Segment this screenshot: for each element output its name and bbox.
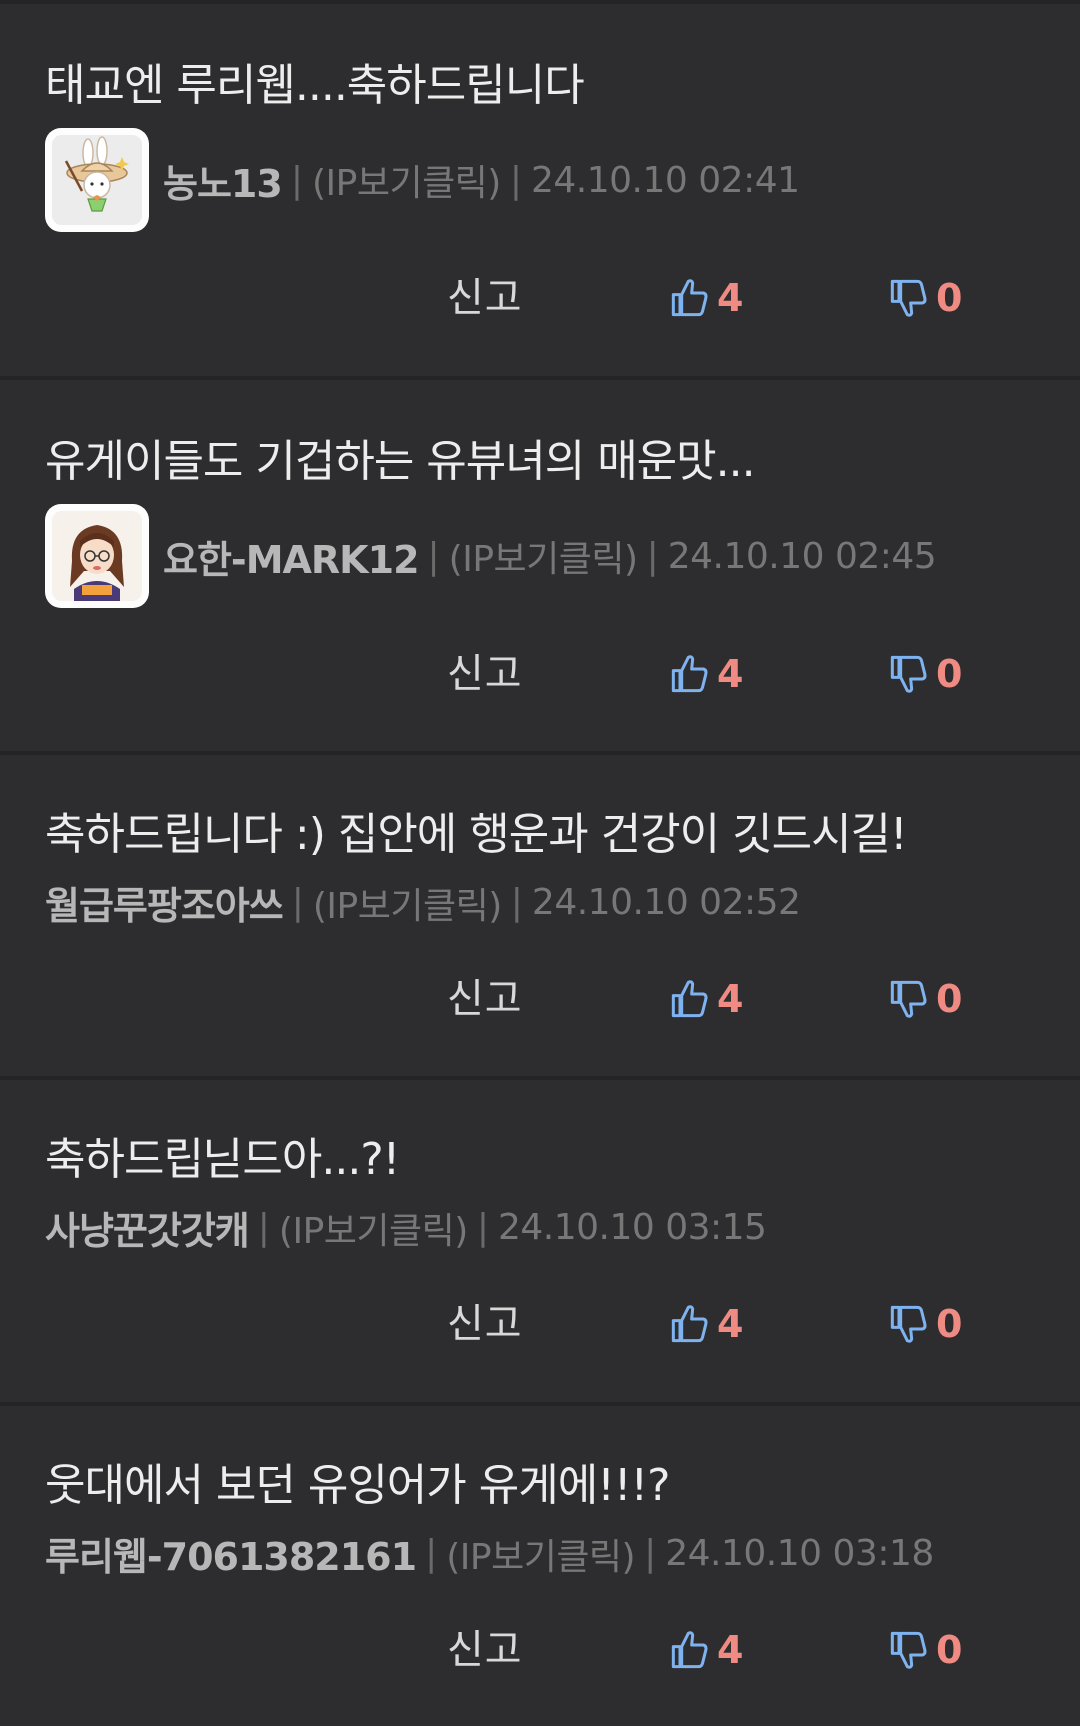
comment-actions: 신고 4 0 — [0, 971, 1080, 1027]
downvote-count: 0 — [936, 1302, 963, 1346]
nickname[interactable]: 사냥꾼갓갓캐 — [45, 1200, 250, 1255]
separator: | — [290, 159, 303, 201]
comment-text: 축하드립닏드아...?! — [45, 1134, 400, 1185]
upvote-button[interactable]: 4 — [670, 971, 743, 1027]
comment-text: 축하드립니다 :) 집안에 행운과 건강이 깃드시길! — [45, 809, 908, 860]
anime-girl-avatar-icon[interactable] — [45, 504, 149, 608]
upvote-count: 4 — [717, 977, 744, 1021]
upvote-count: 4 — [717, 1628, 744, 1672]
comment-item: 축하드립니다 :) 집안에 행운과 건강이 깃드시길! 월급루팡조아쓰 | (I… — [0, 751, 1080, 1076]
downvote-button[interactable]: 0 — [889, 1296, 962, 1352]
separator: | — [644, 1533, 657, 1574]
report-button[interactable]: 신고 — [447, 1296, 523, 1352]
thumbs-down-icon — [890, 1631, 927, 1669]
timestamp: 24.10.10 02:41 — [531, 159, 800, 201]
comment-actions: 신고 4 0 — [0, 646, 1080, 702]
downvote-count: 0 — [936, 276, 963, 320]
thumbs-up-icon — [671, 655, 708, 693]
ip-view-link[interactable]: (IP보기클릭) — [313, 877, 502, 929]
timestamp: 24.10.10 03:18 — [665, 1533, 934, 1574]
ip-view-link[interactable]: (IP보기클릭) — [312, 154, 501, 206]
comment-meta: 월급루팡조아쓰 | (IP보기클릭) | 24.10.10 02:52 — [45, 875, 801, 930]
ip-view-link[interactable]: (IP보기클릭) — [449, 530, 638, 582]
nickname[interactable]: 농노13 — [163, 153, 283, 208]
report-button[interactable]: 신고 — [447, 1622, 523, 1678]
comment-actions: 신고 4 0 — [0, 1296, 1080, 1352]
separator: | — [291, 882, 304, 923]
downvote-count: 0 — [936, 977, 963, 1021]
report-button[interactable]: 신고 — [447, 646, 523, 702]
comment-text: 태교엔 루리웹....축하드립니다 — [45, 60, 585, 111]
comment-item: 유게이들도 기겁하는 유뷰녀의 매운맛... 요한-MARK12 | (IP보기… — [0, 376, 1080, 751]
downvote-button[interactable]: 0 — [889, 646, 962, 702]
thumbs-up-icon — [671, 279, 708, 317]
upvote-button[interactable]: 4 — [670, 1296, 743, 1352]
rabbit-avatar-icon[interactable] — [45, 128, 149, 232]
separator: | — [257, 1207, 270, 1248]
comment-meta: 사냥꾼갓갓캐 | (IP보기클릭) | 24.10.10 03:15 — [45, 1200, 767, 1255]
downvote-count: 0 — [936, 1628, 963, 1672]
report-button[interactable]: 신고 — [447, 971, 523, 1027]
downvote-button[interactable]: 0 — [889, 971, 962, 1027]
ip-view-link[interactable]: (IP보기클릭) — [446, 1528, 635, 1580]
nickname[interactable]: 요한-MARK12 — [163, 529, 420, 584]
comment-item: 태교엔 루리웹....축하드립니다 농노13 | (IP보기클릭) | 24.1… — [0, 0, 1080, 376]
thumbs-up-icon — [671, 1305, 708, 1343]
downvote-count: 0 — [936, 652, 963, 696]
comment-text: 웃대에서 보던 유잉어가 유게에!!!? — [45, 1460, 670, 1511]
timestamp: 24.10.10 02:45 — [667, 535, 937, 577]
comment-item: 웃대에서 보던 유잉어가 유게에!!!? 루리웹-7061382161 | (I… — [0, 1402, 1080, 1726]
comment-text: 유게이들도 기겁하는 유뷰녀의 매운맛... — [45, 436, 756, 487]
upvote-count: 4 — [717, 276, 744, 320]
comment-item: 축하드립닏드아...?! 사냥꾼갓갓캐 | (IP보기클릭) | 24.10.1… — [0, 1076, 1080, 1402]
separator: | — [425, 1533, 438, 1574]
separator: | — [476, 1207, 489, 1248]
separator: | — [646, 535, 659, 577]
thumbs-down-icon — [890, 1305, 927, 1343]
timestamp: 24.10.10 03:15 — [497, 1207, 767, 1248]
nickname[interactable]: 월급루팡조아쓰 — [45, 875, 284, 930]
report-button[interactable]: 신고 — [447, 270, 523, 326]
downvote-button[interactable]: 0 — [889, 270, 962, 326]
upvote-count: 4 — [717, 652, 744, 696]
upvote-button[interactable]: 4 — [670, 1622, 743, 1678]
separator: | — [509, 159, 522, 201]
timestamp: 24.10.10 02:52 — [531, 882, 801, 923]
ip-view-link[interactable]: (IP보기클릭) — [279, 1202, 468, 1254]
upvote-button[interactable]: 4 — [670, 646, 743, 702]
upvote-button[interactable]: 4 — [670, 270, 743, 326]
thumbs-down-icon — [890, 279, 927, 317]
comment-actions: 신고 4 0 — [0, 270, 1080, 326]
separator: | — [510, 882, 523, 923]
upvote-count: 4 — [717, 1302, 744, 1346]
comment-actions: 신고 4 0 — [0, 1622, 1080, 1678]
thumbs-up-icon — [671, 980, 708, 1018]
comment-meta: 농노13 | (IP보기클릭) | 24.10.10 02:41 — [45, 128, 800, 232]
comment-meta: 루리웹-7061382161 | (IP보기클릭) | 24.10.10 03:… — [45, 1526, 934, 1581]
nickname[interactable]: 루리웹-7061382161 — [45, 1526, 417, 1581]
separator: | — [427, 535, 440, 577]
downvote-button[interactable]: 0 — [889, 1622, 962, 1678]
comment-meta: 요한-MARK12 | (IP보기클릭) | 24.10.10 02:45 — [45, 504, 937, 608]
thumbs-up-icon — [671, 1631, 708, 1669]
thumbs-down-icon — [890, 980, 927, 1018]
thumbs-down-icon — [890, 655, 927, 693]
